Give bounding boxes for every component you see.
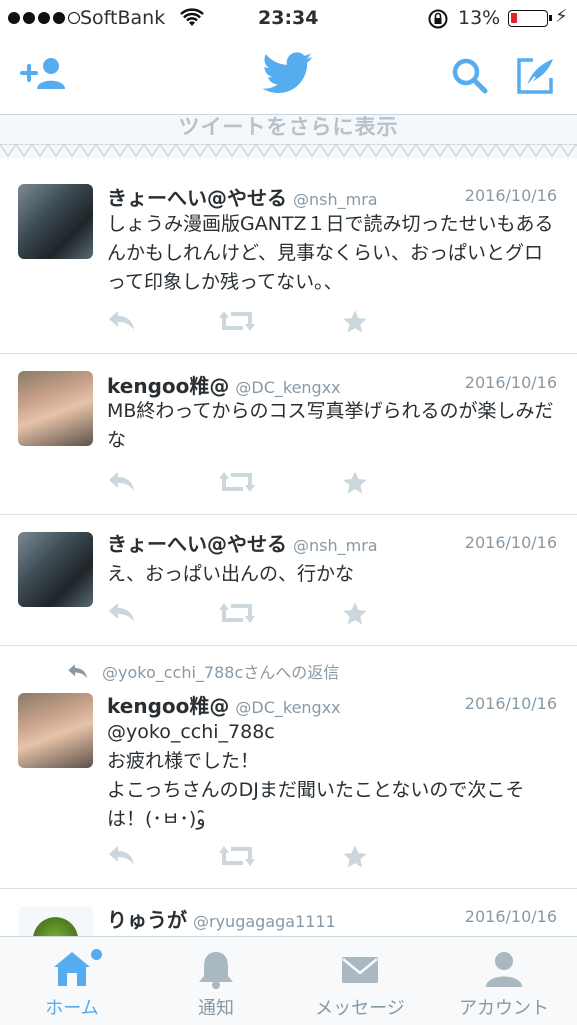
bottom-tab-bar: ホーム 通知 メッセージ アカウント — [0, 936, 577, 1025]
favorite-star-icon[interactable] — [341, 308, 369, 340]
user-handle: @nsh_mra — [293, 190, 378, 209]
tab-notifications[interactable]: 通知 — [144, 937, 288, 1025]
compose-icon[interactable] — [515, 56, 557, 100]
favorite-star-icon[interactable] — [341, 469, 369, 501]
tab-messages[interactable]: メッセージ — [288, 937, 432, 1025]
avatar[interactable] — [18, 906, 93, 936]
tweet-author-name[interactable]: りゅうが @ryugagaga1111 — [107, 904, 336, 933]
twitter-bird-icon — [262, 52, 313, 98]
tweet-date: 2016/10/16 — [464, 373, 557, 392]
tweet-text: MB終わってからのコス写真挙げられるのが楽しみだな — [107, 400, 554, 451]
user-handle: @ryugagaga1111 — [193, 912, 336, 931]
avatar[interactable] — [18, 371, 93, 446]
status-bar: SoftBank 23:34 13% ⚡ — [0, 0, 577, 38]
retweet-icon[interactable] — [219, 843, 255, 873]
clock-time: 23:34 — [258, 7, 319, 29]
tweet-author-name[interactable]: kengoo䊒@ @DC_kengxx — [107, 370, 341, 399]
reply-icon[interactable] — [107, 308, 137, 336]
tab-label: メッセージ — [315, 998, 405, 1019]
top-nav-bar — [0, 38, 577, 115]
user-handle: @DC_kengxx — [235, 378, 341, 397]
tweet-text: @yoko_cchi_788c お疲れ様でした！ よこっちさんのDJまだ聞いたこ… — [107, 721, 525, 830]
tweet-actions — [107, 600, 557, 630]
avatar[interactable] — [18, 532, 93, 607]
home-icon — [54, 952, 90, 986]
add-user-icon[interactable] — [20, 56, 68, 96]
favorite-star-icon[interactable] — [341, 600, 369, 632]
tweet-item[interactable]: りゅうが @ryugagaga1111 2016/10/16 — [0, 888, 577, 936]
person-icon — [486, 952, 522, 987]
tab-label: アカウント — [459, 998, 549, 1019]
envelope-icon — [342, 957, 378, 983]
tab-label: ホーム — [45, 998, 99, 1019]
avatar[interactable] — [18, 693, 93, 768]
tweet-actions — [107, 843, 557, 873]
zigzag-divider — [0, 144, 577, 158]
carrier-name: SoftBank — [80, 7, 166, 29]
wifi-icon — [180, 8, 204, 33]
tab-account[interactable]: アカウント — [432, 937, 576, 1025]
tweet-date: 2016/10/16 — [464, 186, 557, 205]
tweet-text: しょうみ漫画版GANTZ１日で読み切ったせいもあるんかもしれんけど、見事なくらい… — [107, 213, 554, 293]
tweet-item[interactable]: きょーへい@やせる @nsh_mra 2016/10/16 え、おっぱい出んの、行… — [0, 514, 577, 646]
display-name: kengoo䊒@ — [107, 694, 230, 718]
tab-label: 通知 — [198, 998, 234, 1019]
avatar[interactable] — [18, 184, 93, 259]
retweet-icon[interactable] — [219, 600, 255, 630]
tweet-text: え、おっぱい出んの、行かな — [107, 563, 355, 585]
tweet-date: 2016/10/16 — [464, 694, 557, 713]
reply-context-icon — [68, 664, 87, 679]
tab-home[interactable]: ホーム — [0, 937, 144, 1025]
battery-percent: 13% — [458, 7, 501, 29]
user-handle: @DC_kengxx — [235, 698, 341, 717]
favorite-star-icon[interactable] — [341, 843, 369, 875]
reply-context[interactable]: @yoko_cchi_788cさんへの返信 — [66, 659, 339, 683]
tweet-item[interactable]: きょーへい@やせる @nsh_mra 2016/10/16 しょうみ漫画版GANT… — [0, 160, 577, 354]
tweet-author-name[interactable]: きょーへい@やせる @nsh_mra — [107, 182, 378, 211]
reply-icon[interactable] — [107, 469, 137, 497]
reply-icon[interactable] — [107, 600, 137, 628]
tweet-author-name[interactable]: kengoo䊒@ @DC_kengxx — [107, 690, 341, 719]
tweet-date: 2016/10/16 — [464, 907, 557, 926]
bell-icon — [199, 952, 233, 989]
battery-icon — [508, 10, 552, 27]
tweet-item[interactable]: kengoo䊒@ @DC_kengxx 2016/10/16 MB終わってからのコ… — [0, 353, 577, 515]
show-more-tweets-label: ツイートをさらに表示 — [178, 115, 399, 139]
tweet-date: 2016/10/16 — [464, 533, 557, 552]
display-name: きょーへい@やせる — [107, 532, 287, 556]
reply-icon[interactable] — [107, 843, 137, 871]
rotation-lock-icon — [427, 8, 449, 35]
new-items-badge — [91, 949, 102, 960]
reply-context-text: @yoko_cchi_788cさんへの返信 — [102, 663, 340, 682]
display-name: りゅうが — [107, 908, 187, 932]
display-name: kengoo䊒@ — [107, 374, 230, 398]
display-name: きょーへい@やせる — [107, 186, 287, 210]
tweet-actions — [107, 308, 557, 338]
retweet-icon[interactable] — [219, 469, 255, 499]
retweet-icon[interactable] — [219, 308, 255, 338]
tweet-author-name[interactable]: きょーへい@やせる @nsh_mra — [107, 528, 378, 557]
tweet-actions — [107, 469, 557, 499]
search-icon[interactable] — [450, 56, 490, 100]
user-handle: @nsh_mra — [293, 536, 378, 555]
charging-bolt-icon: ⚡ — [555, 6, 568, 27]
tweet-item[interactable]: @yoko_cchi_788cさんへの返信 kengoo䊒@ @DC_kengxx… — [0, 645, 577, 889]
signal-strength-icon — [8, 12, 80, 24]
